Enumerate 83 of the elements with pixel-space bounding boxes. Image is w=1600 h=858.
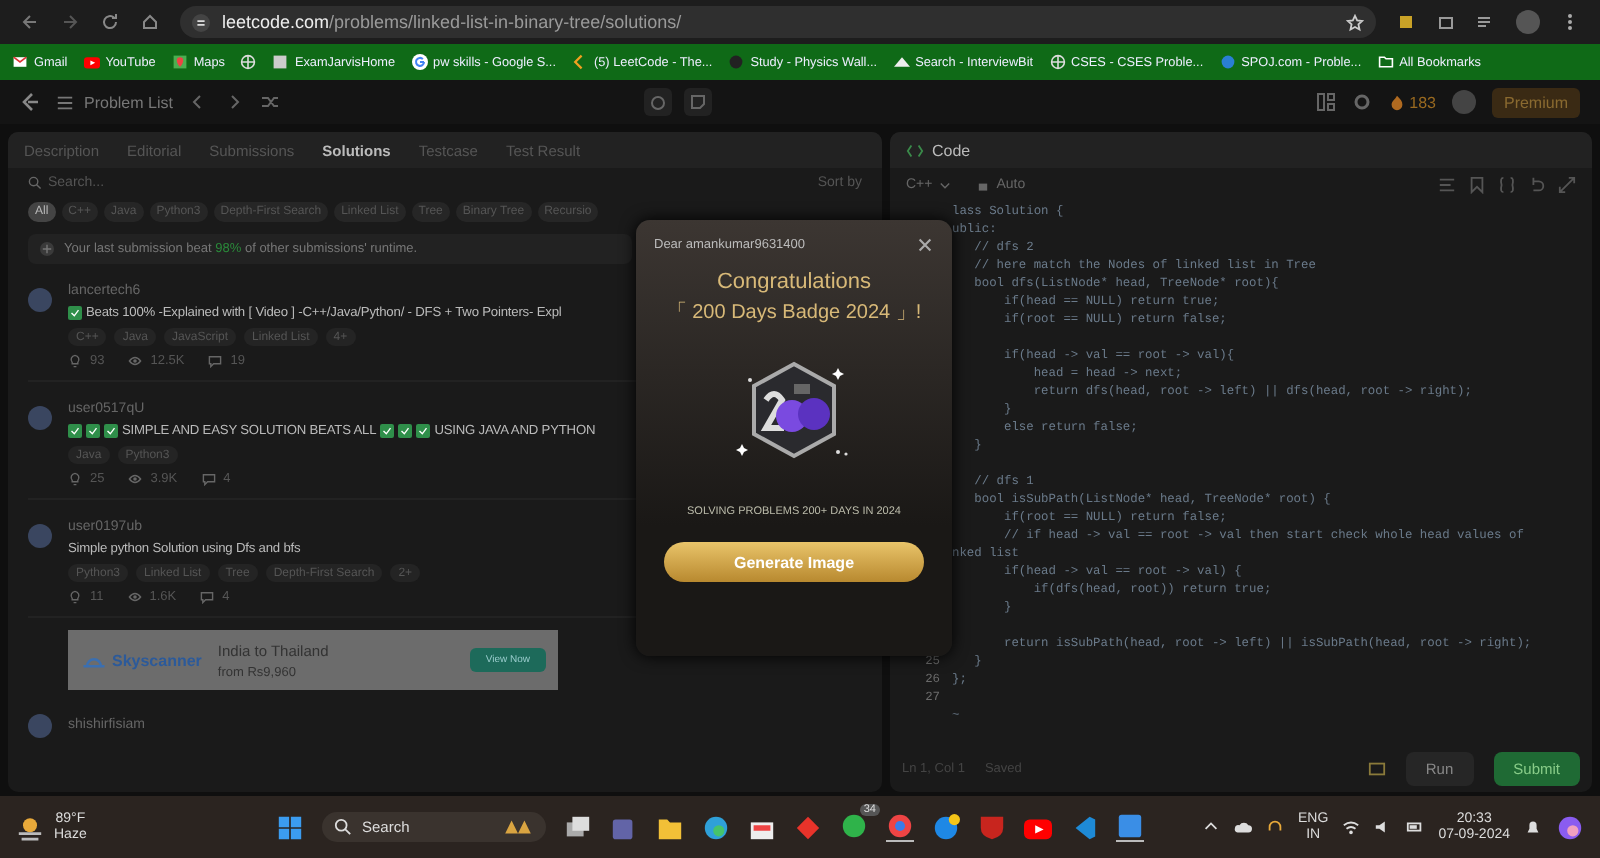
globe-icon [1049, 54, 1066, 70]
search-highlight-icon [502, 818, 534, 836]
caret-icon [938, 178, 953, 192]
battery-icon[interactable] [1406, 818, 1425, 836]
sun-haze-icon [16, 813, 44, 841]
settings-icon[interactable] [1351, 92, 1372, 112]
search-icon [28, 176, 42, 190]
media-icon[interactable] [1476, 12, 1496, 32]
windows-start-icon[interactable] [276, 813, 304, 841]
layout-icon[interactable] [1315, 92, 1336, 112]
avatar [28, 524, 52, 548]
chrome-browser-icon[interactable] [886, 812, 914, 842]
copilot-icon[interactable] [1556, 813, 1584, 841]
eye-icon [127, 590, 142, 604]
timer-icon[interactable] [644, 88, 673, 116]
plus-icon [40, 242, 54, 256]
checkmark-icon [104, 424, 118, 438]
home-icon[interactable] [140, 12, 160, 32]
checkmark-icon [68, 306, 82, 320]
leetcode-logo-icon[interactable] [20, 92, 40, 112]
bulb-icon [68, 354, 82, 368]
diamond-icon[interactable] [794, 813, 822, 841]
eye-icon [128, 354, 143, 368]
avatar [28, 714, 52, 738]
dialog-title: Congratulations [716, 270, 872, 294]
circle-icon [1219, 54, 1236, 70]
star-icon[interactable] [1346, 13, 1364, 31]
back-icon[interactable] [20, 12, 40, 32]
map-pin-icon [171, 54, 188, 70]
extension-icon[interactable] [1396, 12, 1416, 32]
streak-counter[interactable]: 183 [1387, 93, 1436, 111]
generate-image-button[interactable]: Generate Image [664, 542, 924, 582]
close-icon[interactable] [916, 236, 934, 254]
code-brackets-icon [906, 141, 924, 159]
wifi-icon[interactable] [1342, 818, 1361, 836]
problem-list-button[interactable]: Problem List [56, 93, 173, 111]
window-stack-icon[interactable] [564, 813, 592, 841]
bookmark[interactable] [240, 54, 257, 70]
console-icon[interactable] [1367, 760, 1386, 778]
comment-icon [201, 472, 216, 486]
globe-icon [240, 54, 257, 70]
lock-icon [976, 178, 991, 192]
eye-icon [128, 472, 143, 486]
list-icon [56, 93, 74, 111]
shield-icon[interactable] [978, 813, 1006, 841]
reload-icon[interactable] [100, 12, 120, 32]
bulb-icon [68, 472, 82, 486]
folder-icon [1377, 54, 1394, 70]
checkmark-icon [68, 424, 82, 438]
checkmark-icon [86, 424, 100, 438]
search-icon [334, 818, 352, 836]
headset-icon[interactable] [1266, 818, 1285, 836]
premium-button[interactable]: Premium [1491, 87, 1580, 117]
avatar [28, 406, 52, 430]
globe-badge-icon[interactable] [932, 813, 960, 841]
checkmark-icon [380, 424, 395, 438]
edge-browser-icon[interactable] [702, 813, 730, 841]
play-icon [83, 54, 100, 70]
g-letter-icon [411, 54, 428, 70]
cloud-icon[interactable] [1234, 818, 1253, 836]
address-bar[interactable]: leetcode.com/problems/linked-list-in-binary-tree/solutions/ [180, 6, 1376, 38]
note-icon[interactable] [684, 88, 713, 116]
checkmark-icon [416, 424, 431, 438]
bell-icon[interactable] [1524, 818, 1542, 836]
panel-title: Code [932, 141, 971, 159]
ad-brand: Skyscanner [112, 651, 202, 669]
avatar [28, 288, 52, 312]
mountain-icon [893, 54, 910, 70]
paint-app-icon[interactable] [1116, 812, 1144, 842]
site-info-icon[interactable] [192, 13, 210, 31]
bulb-icon [68, 590, 82, 604]
chat-bubble-icon[interactable] [840, 811, 868, 839]
comment-icon [200, 590, 215, 604]
flame-icon [1387, 93, 1406, 111]
leetcode-logo-icon [572, 54, 588, 70]
checkmark-icon [398, 424, 413, 438]
dot-icon [728, 54, 745, 70]
comment-icon [208, 354, 223, 368]
envelope-icon [12, 54, 28, 70]
code-editor-icon[interactable] [1070, 813, 1098, 841]
shuffle-icon[interactable] [260, 92, 281, 112]
page-icon [272, 54, 289, 70]
badge-name: 「 200 Days Badge 2024 」! [666, 299, 922, 326]
